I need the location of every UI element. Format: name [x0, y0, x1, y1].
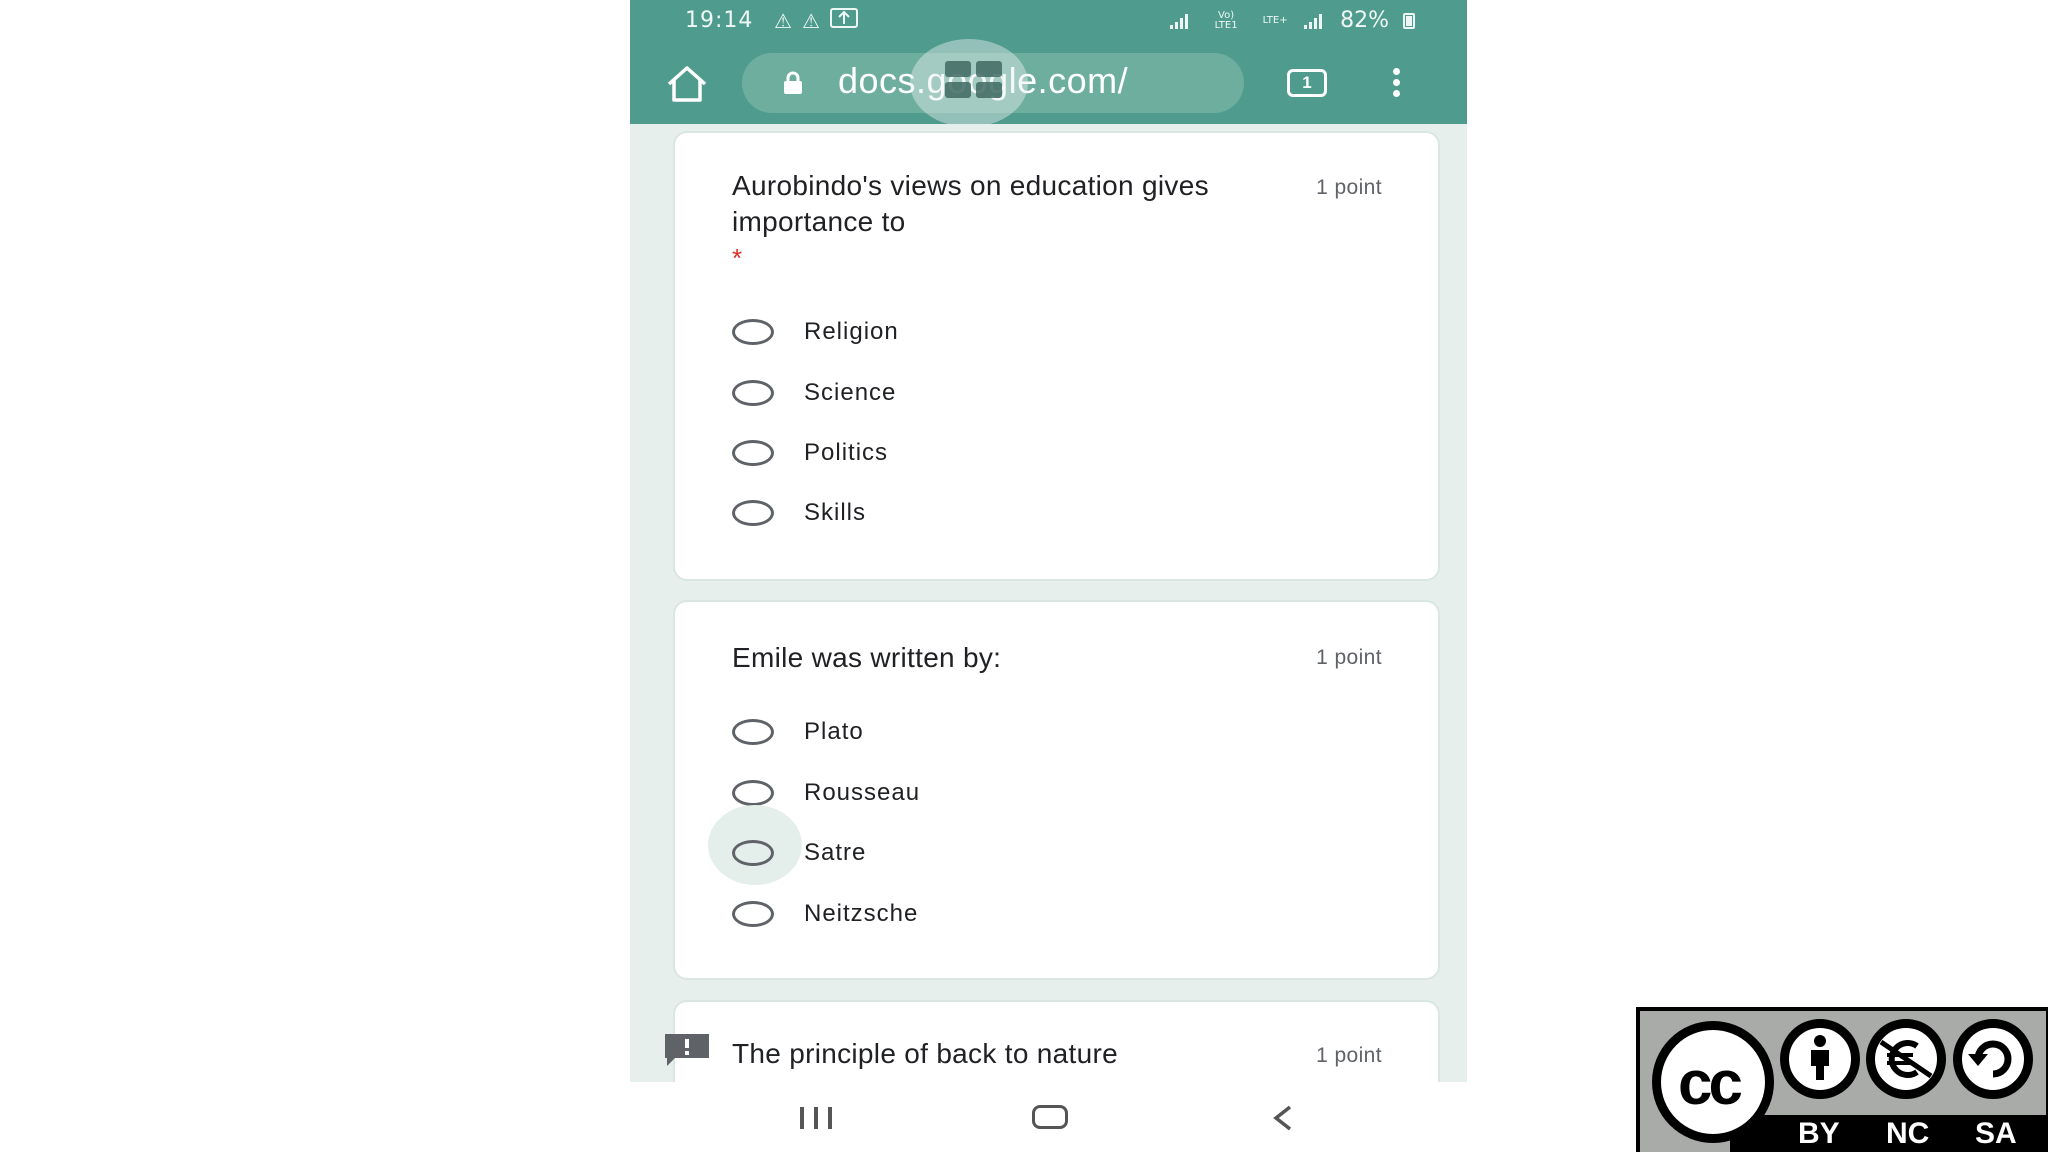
radio-button[interactable] — [732, 901, 774, 927]
radio-option[interactable]: Satre — [708, 805, 867, 885]
grid-icon — [945, 61, 1003, 99]
cc-logo-icon: cc — [1652, 1021, 1774, 1143]
notification-icons: ⚠ ⚠ — [774, 8, 858, 33]
back-button[interactable] — [1270, 1104, 1296, 1132]
status-time: 19:14 — [685, 8, 754, 33]
tab-switcher-button[interactable]: 1 — [1287, 69, 1327, 97]
more-menu-icon[interactable] — [1391, 68, 1401, 98]
radio-option[interactable]: Skills — [732, 493, 866, 533]
option-label: Plato — [804, 718, 864, 745]
warning-icon: ⚠ — [801, 8, 820, 33]
home-nav-button[interactable] — [1032, 1105, 1068, 1129]
browser-chrome: 19:14 ⚠ ⚠ Vo) LTE1 LTE+ 82% docs.google.… — [630, 0, 1467, 127]
url-text: docs.google.com/ — [838, 60, 1129, 101]
battery-icon — [1403, 12, 1415, 29]
option-label: Rousseau — [804, 779, 921, 806]
radio-button[interactable] — [732, 319, 774, 345]
status-bar: 19:14 ⚠ ⚠ Vo) LTE1 LTE+ 82% — [630, 0, 1467, 42]
radio-option[interactable]: Neitzsche — [732, 894, 918, 934]
noncommercial-icon — [1866, 1019, 1946, 1099]
signal-icon — [1304, 13, 1326, 29]
radio-button[interactable] — [732, 719, 774, 745]
option-label: Religion — [804, 318, 899, 345]
question-points: 1 point — [1316, 646, 1382, 669]
option-label: Science — [804, 379, 897, 406]
radio-option[interactable]: Plato — [732, 712, 864, 752]
radio-button[interactable] — [732, 440, 774, 466]
license-label-nc: NC — [1886, 1117, 1930, 1150]
question-points: 1 point — [1316, 1044, 1382, 1067]
option-label: Skills — [804, 499, 867, 526]
radio-button[interactable] — [732, 500, 774, 526]
question-card: Aurobindo's views on education gives imp… — [673, 131, 1440, 581]
signal-icon — [1170, 13, 1192, 29]
recent-apps-button[interactable] — [800, 1107, 836, 1129]
radio-button[interactable] — [732, 840, 774, 866]
cc-logo-text: cc — [1678, 1049, 1743, 1118]
question-points: 1 point — [1316, 176, 1382, 199]
url-toolbar: docs.google.com/ 1 — [630, 39, 1467, 127]
network-label: Vo) LTE1 — [1214, 9, 1238, 31]
radio-option[interactable]: Politics — [732, 433, 888, 473]
cc-license-badge: cc BY NC SA — [1636, 1007, 2048, 1152]
attribution-icon — [1780, 1019, 1860, 1099]
lock-icon — [784, 71, 802, 94]
address-bar[interactable]: docs.google.com/ — [742, 39, 1244, 127]
question-title: Aurobindo's views on education gives imp… — [732, 170, 1209, 237]
radio-button[interactable] — [732, 780, 774, 806]
home-button[interactable] — [665, 64, 709, 104]
question-title: The principle of back to nature — [732, 1038, 1118, 1069]
option-label: Satre — [804, 839, 867, 866]
cc-badge-body: cc BY NC SA — [1640, 1011, 2046, 1152]
phone-screen: 19:14 ⚠ ⚠ Vo) LTE1 LTE+ 82% docs.google.… — [630, 0, 1467, 1152]
feedback-icon[interactable] — [663, 1032, 711, 1068]
radio-option[interactable]: Science — [732, 373, 896, 413]
app-switcher-overlay[interactable] — [910, 39, 1028, 127]
sharealike-icon — [1953, 1019, 2033, 1099]
question-card: Emile was written by: 1 point Plato Rous… — [673, 600, 1440, 980]
question-title: Emile was written by: — [732, 642, 1002, 673]
radio-option[interactable]: Religion — [732, 312, 899, 352]
home-icon — [667, 66, 707, 102]
required-asterisk: * — [732, 243, 743, 273]
battery-percent: 82% — [1340, 8, 1389, 33]
option-label: Neitzsche — [804, 900, 919, 927]
usb-icon — [829, 8, 858, 33]
status-indicators: Vo) LTE1 LTE+ 82% — [1170, 8, 1415, 33]
network-label: LTE+ — [1262, 14, 1288, 26]
android-nav-bar — [630, 1082, 1467, 1152]
license-label-sa: SA — [1975, 1117, 2017, 1150]
radio-button[interactable] — [732, 380, 774, 406]
warning-icon: ⚠ — [774, 8, 792, 33]
license-label-by: BY — [1798, 1117, 1840, 1150]
option-label: Politics — [804, 439, 889, 466]
